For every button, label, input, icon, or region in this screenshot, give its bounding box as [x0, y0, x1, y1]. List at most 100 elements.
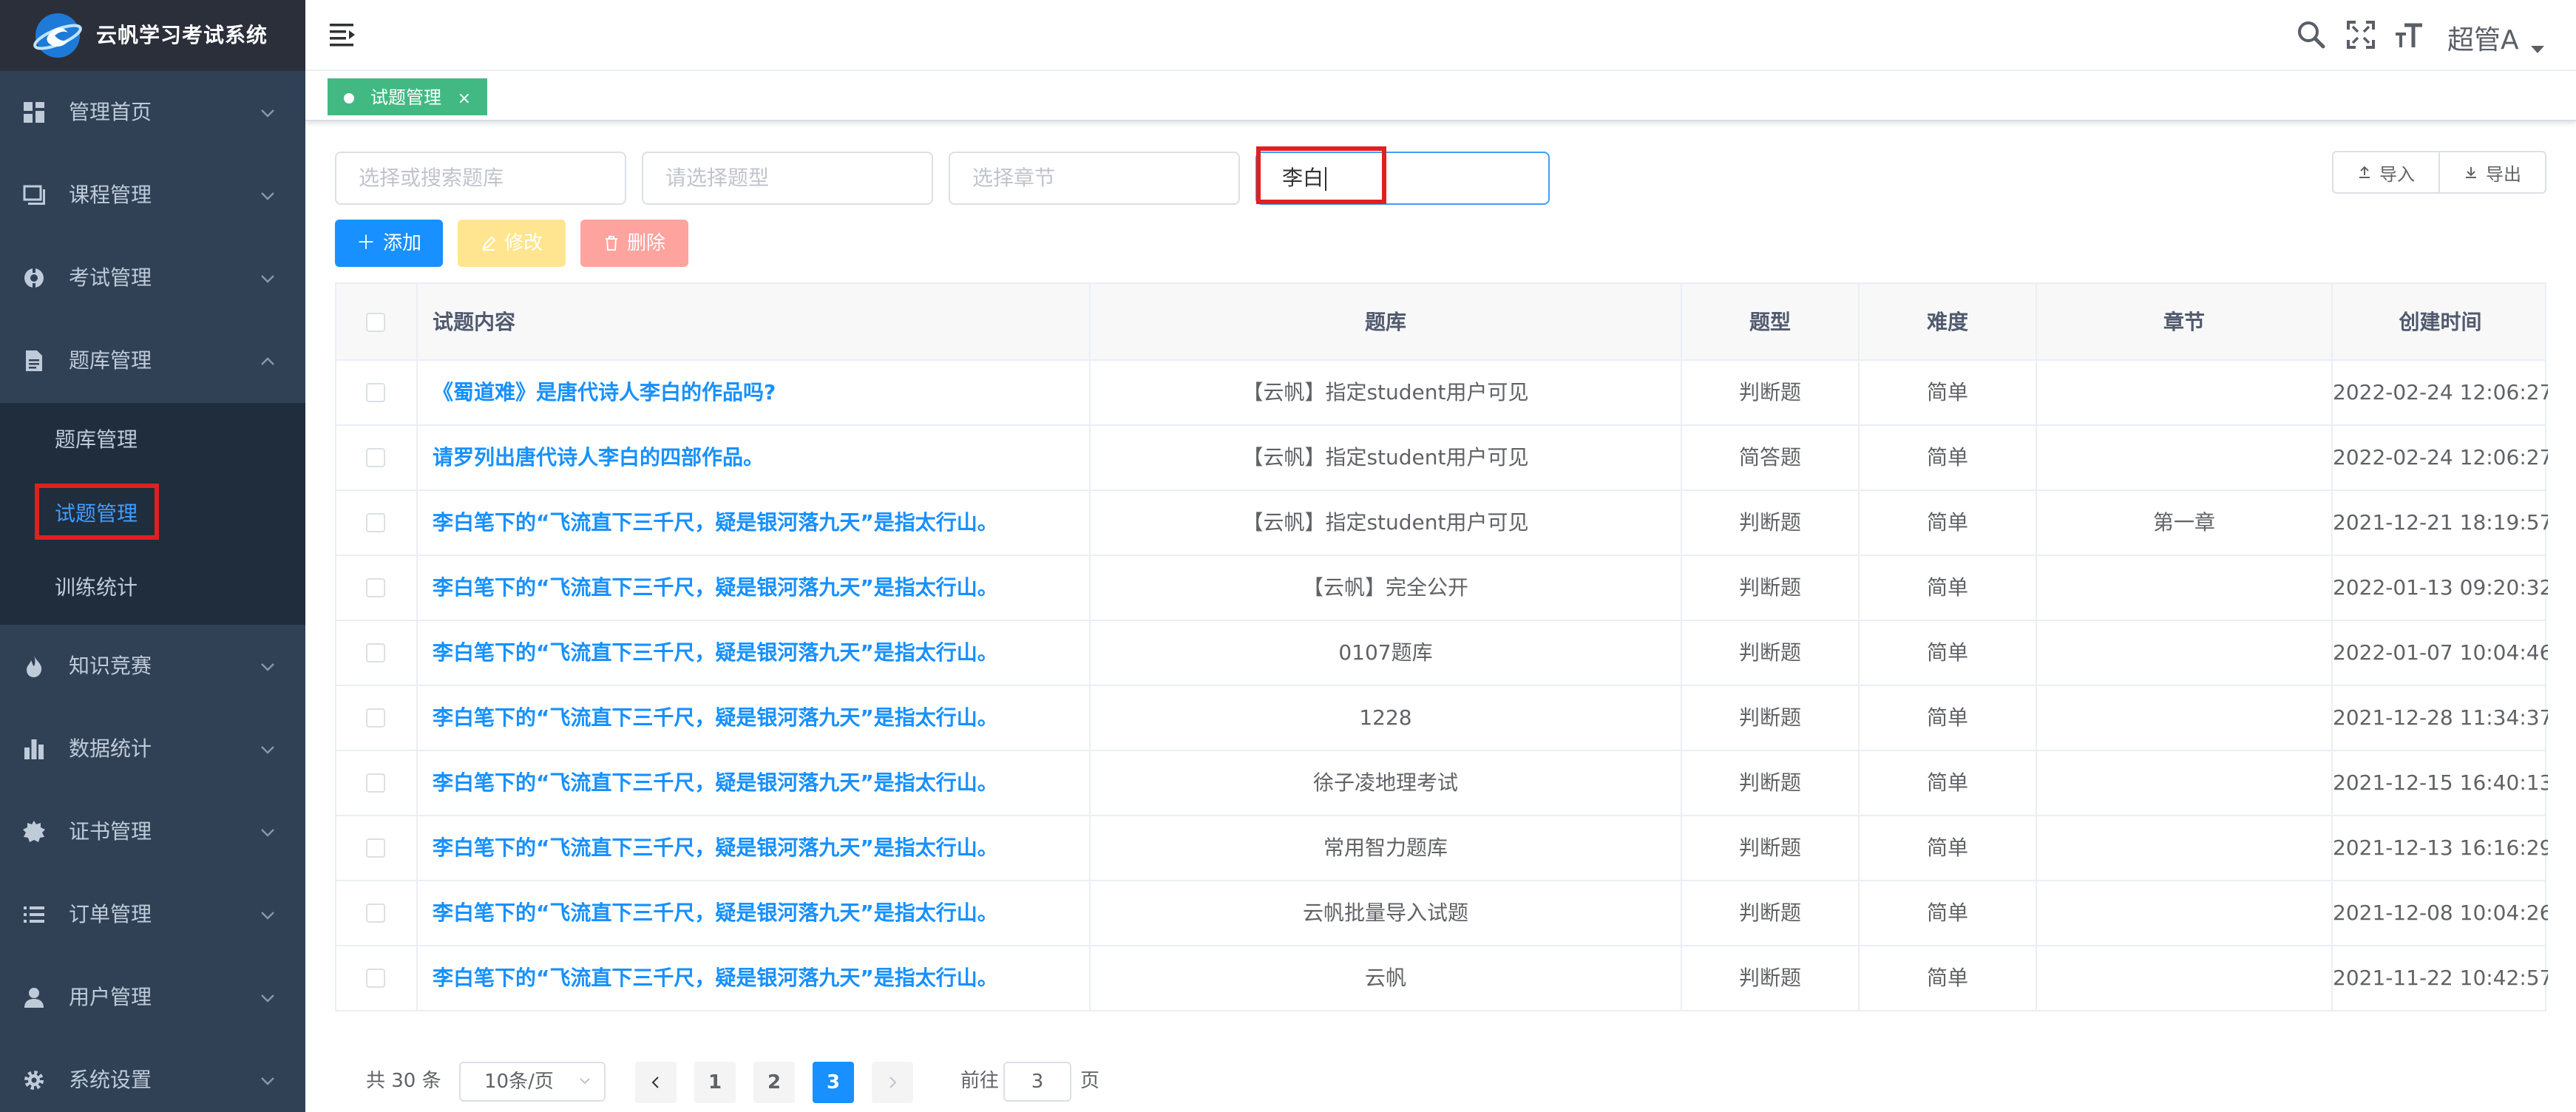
chevron-down-icon: [261, 109, 274, 118]
prev-page-button[interactable]: [635, 1062, 677, 1103]
chevron-up-icon: [261, 357, 274, 365]
cell-repo: 云帆批量导入试题: [1091, 881, 1682, 945]
edit-button[interactable]: 修改: [458, 220, 566, 267]
table-row[interactable]: 李白笔下的“飞流直下三千尺，疑是银河落九天”是指太行山。 1228 判断题 简单 202…: [335, 686, 2548, 751]
row-checkbox[interactable]: [366, 383, 385, 402]
table-row[interactable]: 李白笔下的“飞流直下三千尺，疑是银河落九天”是指太行山。 徐子凌地理考试 判断题 简单…: [335, 751, 2548, 816]
edit-icon: [482, 236, 496, 251]
cell-content[interactable]: 李白笔下的“飞流直下三千尺，疑是银河落九天”是指太行山。: [418, 491, 1091, 555]
cell-content[interactable]: 李白笔下的“飞流直下三千尺，疑是银河落九天”是指太行山。: [418, 556, 1091, 620]
row-select-cell: [336, 426, 418, 489]
row-checkbox[interactable]: [366, 643, 385, 662]
sidebar-item-course[interactable]: 课程管理: [0, 154, 305, 237]
import-button[interactable]: 导入: [2333, 152, 2438, 192]
sidebar-item-settings[interactable]: 系统设置: [0, 1039, 305, 1112]
next-page-button[interactable]: [872, 1062, 913, 1103]
logo-bar[interactable]: 云帆学习考试系统: [0, 0, 305, 71]
sidebar-item-users[interactable]: 用户管理: [0, 956, 305, 1039]
cell-level: 简单: [1860, 361, 2037, 424]
row-select-cell: [336, 361, 418, 424]
active-dot-icon: [344, 93, 354, 104]
cell-content[interactable]: 《蜀道难》是唐代诗人李白的作品吗?: [418, 361, 1091, 424]
cell-type: 判断题: [1682, 816, 1860, 880]
fire-icon: [27, 656, 42, 677]
cell-created-time: 2021-12-15 16:40:13: [2333, 770, 2548, 795]
submenu-item-training-stats[interactable]: 训练统计: [0, 551, 305, 625]
row-checkbox[interactable]: [366, 969, 385, 988]
row-checkbox[interactable]: [366, 904, 385, 923]
cell-level: 简单: [1860, 686, 2037, 750]
table-row[interactable]: 《蜀道难》是唐代诗人李白的作品吗? 【云帆】指定student用户可见 判断题 简单 2…: [335, 361, 2548, 426]
sidebar-item-exam[interactable]: 考试管理: [0, 237, 305, 319]
logo-icon: [33, 13, 82, 58]
table-row[interactable]: 李白笔下的“飞流直下三千尺，疑是银河落九天”是指太行山。 【云帆】指定studen…: [335, 491, 2548, 556]
page-size-select[interactable]: 10条/页: [459, 1062, 606, 1102]
tag-active[interactable]: 试题管理 ×: [328, 78, 488, 115]
row-checkbox[interactable]: [366, 578, 385, 597]
user-icon: [24, 988, 44, 1008]
chapter-select[interactable]: 选择章节: [949, 152, 1240, 205]
export-label: 导出: [2486, 163, 2521, 185]
sidebar-item-question-bank[interactable]: 题库管理: [0, 319, 305, 402]
cell-type: 判断题: [1682, 556, 1860, 620]
row-checkbox[interactable]: [366, 838, 385, 858]
type-select[interactable]: 请选择题型: [642, 152, 933, 205]
cell-content[interactable]: 李白笔下的“飞流直下三千尺，疑是银河落九天”是指太行山。: [418, 881, 1091, 945]
sidebar-item-statistics[interactable]: 数据统计: [0, 708, 305, 790]
cell-created-time: 2021-11-22 10:42:57: [2333, 966, 2548, 990]
page-button-2[interactable]: 2: [753, 1062, 795, 1103]
fullscreen-icon[interactable]: [2345, 19, 2376, 50]
cell-chapter: [2037, 556, 2333, 620]
repo-select-placeholder: 选择或搜索题库: [359, 166, 504, 190]
row-checkbox[interactable]: [366, 708, 385, 728]
cell-content[interactable]: 李白笔下的“飞流直下三千尺，疑是银河落九天”是指太行山。: [418, 621, 1091, 685]
delete-button[interactable]: 删除: [580, 220, 688, 267]
table-row[interactable]: 李白笔下的“飞流直下三千尺，疑是银河落九天”是指太行山。 云帆批量导入试题 判断题简…: [335, 881, 2548, 946]
cell-created-time: 2022-02-24 12:06:27: [2333, 380, 2548, 404]
page-button-1[interactable]: 1: [694, 1062, 736, 1103]
cell-content[interactable]: 李白笔下的“飞流直下三千尺，疑是银河落九天”是指太行山。: [418, 751, 1091, 815]
table-row[interactable]: 李白笔下的“飞流直下三千尺，疑是银河落九天”是指太行山。 0107题库 判断题 简单 2…: [335, 621, 2548, 686]
sidebar-item-contest[interactable]: 知识竞赛: [0, 625, 305, 708]
close-icon[interactable]: ×: [458, 89, 471, 108]
table-row[interactable]: 李白笔下的“飞流直下三千尺，疑是银河落九天”是指太行山。 常用智力题库 判断题 简单 2…: [335, 816, 2548, 881]
row-select-cell: [336, 751, 418, 815]
goto-page-input[interactable]: 3: [1003, 1062, 1071, 1102]
cell-level: 简单: [1860, 816, 2037, 880]
pagination: 共 30 条 10条/页 1 2 3 前往 3 页: [335, 1059, 1222, 1103]
row-select-cell: [336, 946, 418, 1010]
sidebar-item-orders[interactable]: 订单管理: [0, 873, 305, 956]
row-checkbox[interactable]: [366, 513, 385, 532]
table-row[interactable]: 李白笔下的“飞流直下三千尺，疑是银河落九天”是指太行山。 【云帆】完全公开 判断题简…: [335, 556, 2548, 621]
cell-content[interactable]: 李白笔下的“飞流直下三千尺，疑是银河落九天”是指太行山。: [418, 946, 1091, 1010]
cell-content[interactable]: 李白笔下的“飞流直下三千尺，疑是银河落九天”是指太行山。: [418, 816, 1091, 880]
caret-down-icon[interactable]: [2531, 46, 2544, 53]
table-row[interactable]: 请罗列出唐代诗人李白的四部作品。 【云帆】指定student用户可见 简答题 简单 20…: [335, 426, 2548, 491]
font-size-icon[interactable]: [2394, 19, 2425, 50]
certificate-icon: [23, 821, 45, 842]
row-select-cell: [336, 491, 418, 555]
sidebar-item-certificate[interactable]: 证书管理: [0, 790, 305, 873]
cell-content[interactable]: 李白笔下的“飞流直下三千尺，疑是银河落九天”是指太行山。: [418, 686, 1091, 750]
page-button-3[interactable]: 3: [813, 1062, 854, 1103]
cell-repo: 【云帆】指定student用户可见: [1091, 426, 1682, 489]
highlight-box: [35, 484, 159, 540]
submenu-item-repo[interactable]: 题库管理: [0, 403, 305, 477]
menu-toggle-icon[interactable]: [330, 22, 356, 47]
edit-label: 修改: [504, 232, 543, 254]
chevron-down-icon: [261, 912, 274, 920]
cell-type: 判断题: [1682, 621, 1860, 685]
highlight-box: [1256, 146, 1386, 204]
repo-select[interactable]: 选择或搜索题库: [335, 152, 626, 205]
user-menu[interactable]: 超管A: [2447, 0, 2519, 81]
search-icon[interactable]: [2296, 19, 2327, 50]
cell-content[interactable]: 请罗列出唐代诗人李白的四部作品。: [418, 426, 1091, 489]
sidebar-item-home[interactable]: 管理首页: [0, 71, 305, 154]
row-select-cell: [336, 621, 418, 685]
row-checkbox[interactable]: [366, 448, 385, 467]
export-button[interactable]: 导出: [2438, 152, 2545, 192]
add-button[interactable]: ＋ 添加: [335, 220, 443, 267]
table-row[interactable]: 李白笔下的“飞流直下三千尺，疑是银河落九天”是指太行山。 云帆 判断题 简单 2021-…: [335, 946, 2548, 1011]
select-all-checkbox[interactable]: [366, 313, 385, 332]
row-checkbox[interactable]: [366, 773, 385, 793]
